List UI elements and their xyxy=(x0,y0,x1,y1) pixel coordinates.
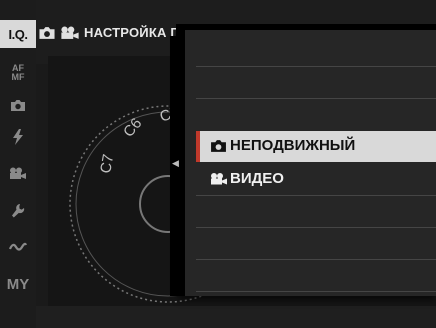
dial-label: C6 xyxy=(120,115,145,141)
tab-shooting[interactable] xyxy=(0,92,36,118)
video-camera-icon xyxy=(61,26,79,39)
submenu-popup xyxy=(182,30,436,296)
menu-divider xyxy=(196,259,436,260)
tab-focus[interactable]: AF MF xyxy=(0,58,36,88)
menu-divider xyxy=(196,195,436,196)
video-camera-icon xyxy=(211,173,227,185)
tab-movie[interactable] xyxy=(0,160,36,186)
tab-image-quality[interactable]: I.Q. xyxy=(0,20,36,48)
menu-tab-bar: I.Q. AF MF MY xyxy=(0,0,36,328)
wave-icon xyxy=(9,242,27,251)
tab-my-label: MY xyxy=(6,275,30,293)
wrench-icon xyxy=(12,204,25,218)
menu-item-video[interactable]: ВИДЕО xyxy=(196,164,436,195)
selection-marker xyxy=(196,131,200,162)
dial-label: C7 xyxy=(97,153,117,175)
camera-icon xyxy=(39,27,55,39)
tab-iq-label: I.Q. xyxy=(8,26,28,42)
tab-mf-label: MF xyxy=(11,72,25,82)
menu-divider xyxy=(196,227,436,228)
camera-icon xyxy=(211,140,226,152)
menu-item-label: НЕПОДВИЖНЫЙ xyxy=(230,137,356,154)
tab-connection[interactable] xyxy=(0,234,36,260)
tab-my-menu[interactable]: MY xyxy=(0,270,36,298)
flash-icon xyxy=(13,129,23,145)
menu-divider xyxy=(196,66,436,67)
tab-flash[interactable] xyxy=(0,124,36,150)
video-camera-icon xyxy=(10,167,26,179)
footer-bar xyxy=(36,306,436,328)
back-arrow-icon: ◀ xyxy=(172,158,179,168)
tab-setup[interactable] xyxy=(0,198,36,224)
menu-item-still[interactable]: НЕПОДВИЖНЫЙ xyxy=(196,131,436,162)
menu-item-label: ВИДЕО xyxy=(230,170,284,187)
menu-divider xyxy=(196,98,436,99)
camera-icon xyxy=(11,99,25,111)
menu-divider xyxy=(196,291,436,292)
